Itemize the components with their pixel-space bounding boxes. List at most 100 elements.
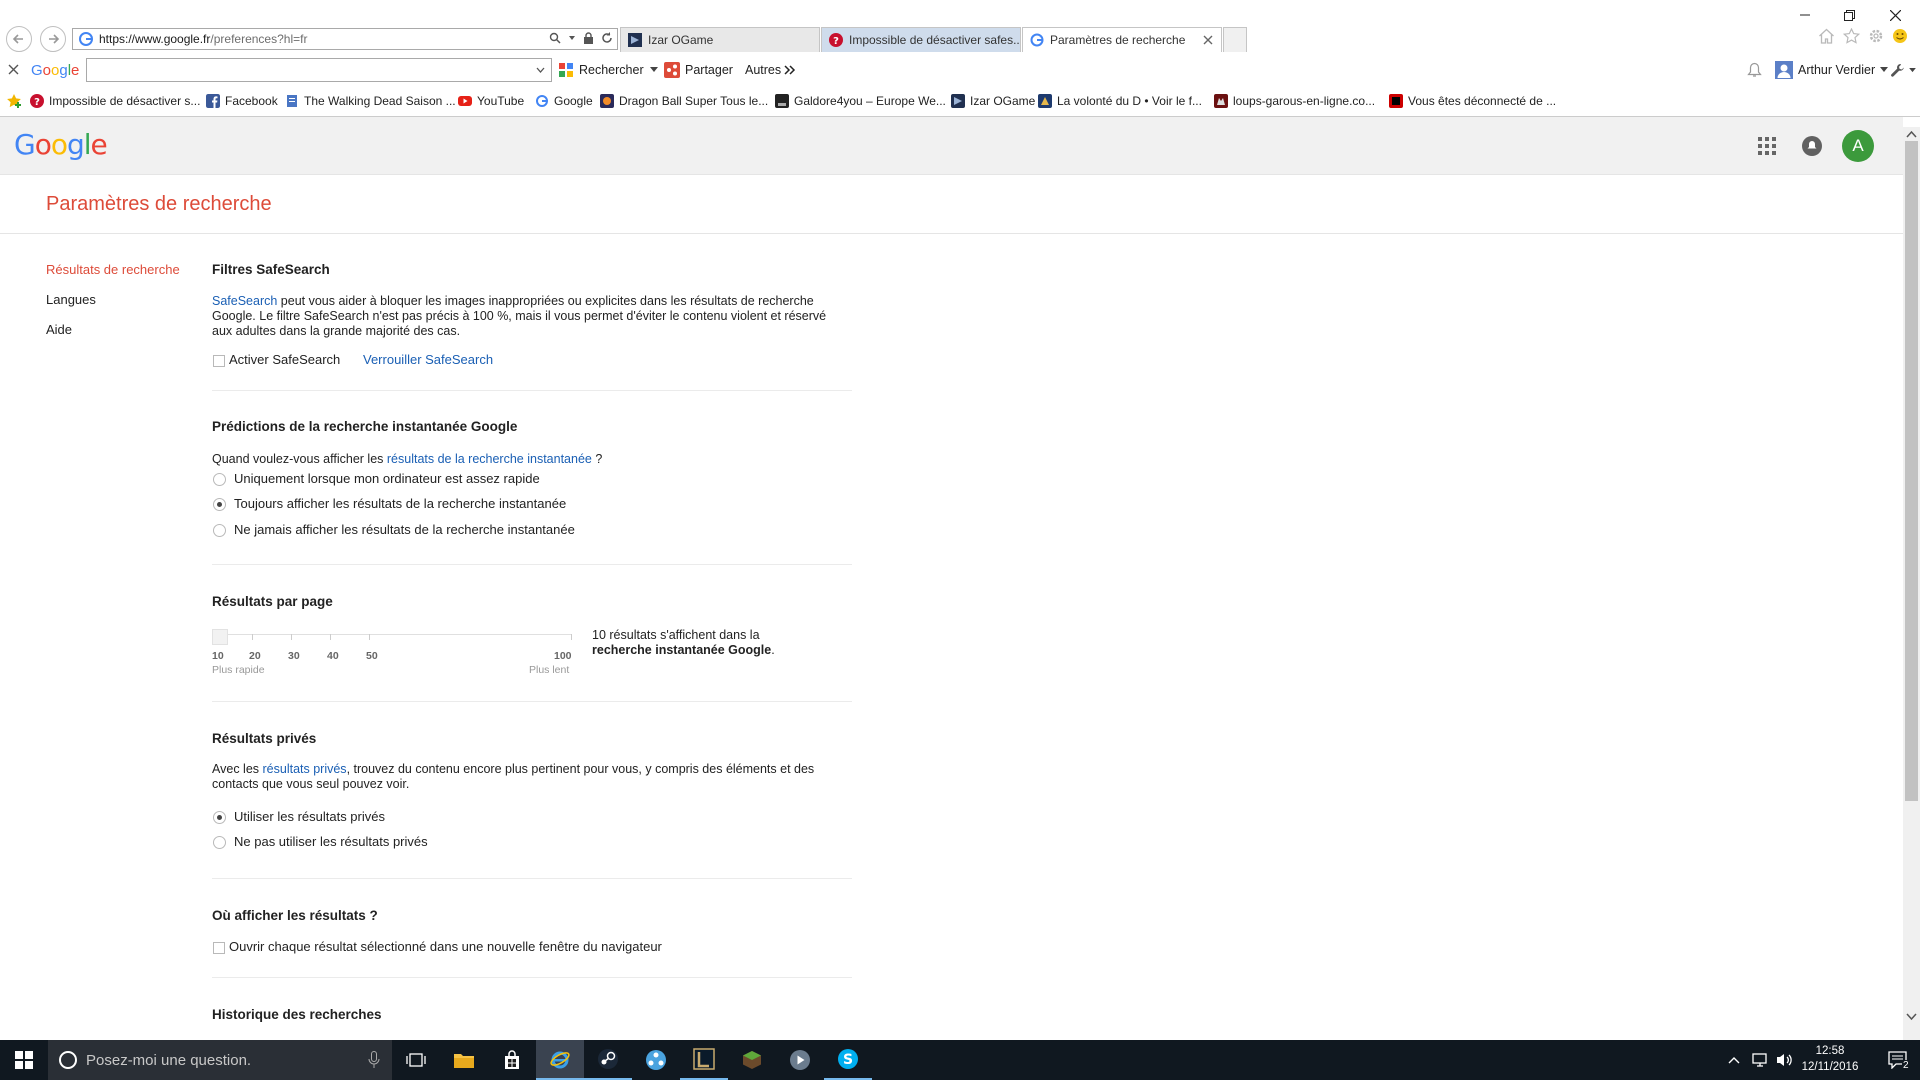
lock-icon[interactable]: [583, 32, 594, 44]
cortana-search-box[interactable]: Posez-moi une question.: [48, 1040, 392, 1080]
skype-button[interactable]: S: [824, 1040, 872, 1080]
file-explorer-button[interactable]: [440, 1040, 488, 1080]
action-center-button[interactable]: 2: [1876, 1040, 1920, 1080]
instant-radio-always[interactable]: [213, 498, 226, 511]
favorite-label: Facebook: [225, 94, 278, 108]
app-button[interactable]: [632, 1040, 680, 1080]
user-account-menu[interactable]: Arthur Verdier: [1775, 60, 1889, 80]
scroll-up-arrow-icon[interactable]: [1906, 130, 1917, 138]
minecraft-button[interactable]: [728, 1040, 776, 1080]
avatar[interactable]: A: [1842, 130, 1874, 162]
chevron-down-icon[interactable]: [536, 67, 545, 74]
favorite-label: Impossible de désactiver s...: [49, 94, 201, 108]
nav-languages[interactable]: Langues: [46, 292, 96, 307]
lock-safesearch-link[interactable]: Verrouiller SafeSearch: [363, 352, 493, 367]
tab-search-settings[interactable]: Paramètres de recherche: [1022, 27, 1222, 52]
system-clock[interactable]: 12:58 12/11/2016: [1790, 1043, 1870, 1075]
microphone-icon[interactable]: [368, 1051, 380, 1069]
new-window-checkbox[interactable]: [213, 942, 225, 954]
per-page-info-end: .: [771, 643, 775, 657]
tab-safesearch-help[interactable]: ? Impossible de désactiver safes...: [821, 27, 1021, 52]
settings-gear-icon[interactable]: [1868, 28, 1884, 44]
instant-option-label[interactable]: Ne jamais afficher les résultats de la r…: [234, 522, 575, 537]
favorite-item[interactable]: Izar OGame: [951, 92, 1035, 110]
slider-handle[interactable]: [212, 629, 228, 645]
minimize-button[interactable]: [1782, 4, 1828, 26]
bank-icon: [1389, 94, 1403, 108]
rechercher-button[interactable]: Rechercher: [558, 60, 658, 80]
private-radio-use[interactable]: [213, 811, 226, 824]
notifications-icon[interactable]: [1802, 136, 1822, 156]
smiley-feedback-icon[interactable]: [1892, 28, 1908, 44]
private-results-link[interactable]: résultats privés: [263, 762, 347, 776]
activate-safesearch-label[interactable]: Activer SafeSearch: [229, 352, 340, 367]
network-icon[interactable]: [1752, 1052, 1770, 1068]
network-app-icon: [646, 1050, 666, 1070]
internet-explorer-button[interactable]: [536, 1040, 584, 1080]
address-bar[interactable]: https://www.google.fr/preferences?hl=fr: [72, 28, 618, 50]
partager-button[interactable]: Partager: [664, 60, 733, 80]
show-hidden-icons-chevron-icon[interactable]: [1728, 1055, 1740, 1065]
tick-label: 40: [327, 650, 339, 662]
favorites-star-icon[interactable]: [1843, 28, 1860, 44]
favorite-item[interactable]: Dragon Ball Super Tous le...: [600, 92, 768, 110]
back-arrow-icon: [12, 34, 23, 44]
safesearch-title: Filtres SafeSearch: [212, 262, 330, 277]
autres-button[interactable]: Autres: [745, 60, 796, 80]
scroll-down-arrow-icon[interactable]: [1906, 1013, 1917, 1021]
favorite-item[interactable]: Galdore4you – Europe We...: [775, 92, 946, 110]
steam-button[interactable]: [584, 1040, 632, 1080]
vertical-scrollbar[interactable]: [1903, 127, 1920, 1040]
start-button[interactable]: [0, 1040, 48, 1080]
private-radio-dont-use[interactable]: [213, 836, 226, 849]
forward-button[interactable]: [40, 26, 66, 52]
safesearch-link[interactable]: SafeSearch: [212, 294, 277, 308]
favorite-label: La volonté du D • Voir le f...: [1057, 94, 1202, 108]
favorite-item[interactable]: ? Impossible de désactiver s...: [30, 92, 200, 110]
apps-grid-icon[interactable]: [1758, 137, 1776, 155]
activate-safesearch-checkbox[interactable]: [213, 355, 225, 367]
new-tab-button[interactable]: [1223, 27, 1247, 52]
notifications-bell-icon[interactable]: [1747, 62, 1762, 78]
results-per-page-slider[interactable]: 10 20 30 40 50 100 Plus rapide Plus lent: [212, 629, 572, 676]
restore-button[interactable]: [1826, 4, 1872, 26]
instant-results-link[interactable]: résultats de la recherche instantanée: [387, 452, 592, 466]
favorite-item[interactable]: YouTube: [458, 92, 524, 110]
toolbar-options-button[interactable]: [1890, 60, 1916, 80]
media-player-button[interactable]: [776, 1040, 824, 1080]
private-option-label[interactable]: Ne pas utiliser les résultats privés: [234, 834, 428, 849]
instant-option-label[interactable]: Toujours afficher les résultats de la re…: [234, 496, 566, 511]
instant-option-label[interactable]: Uniquement lorsque mon ordinateur est as…: [234, 471, 540, 486]
favorite-item[interactable]: Vous êtes déconnecté de ...: [1389, 92, 1556, 110]
instant-radio-never[interactable]: [213, 524, 226, 537]
task-view-button[interactable]: [392, 1040, 440, 1080]
favorite-item[interactable]: La volonté du D • Voir le f...: [1038, 92, 1202, 110]
tab-izar-ogame[interactable]: Izar OGame: [620, 27, 820, 52]
search-icon[interactable]: [549, 32, 561, 44]
close-tab-icon[interactable]: [1203, 35, 1213, 45]
favorite-item[interactable]: The Walking Dead Saison ...: [285, 92, 456, 110]
question-circle-icon: ?: [829, 33, 843, 47]
new-window-label[interactable]: Ouvrir chaque résultat sélectionné dans …: [229, 939, 662, 954]
nav-help[interactable]: Aide: [46, 322, 72, 337]
favorite-item[interactable]: Facebook: [206, 92, 278, 110]
close-window-button[interactable]: [1872, 4, 1918, 26]
home-icon[interactable]: [1818, 28, 1835, 44]
google-logo[interactable]: Google: [14, 128, 108, 161]
per-page-title: Résultats par page: [212, 594, 333, 609]
instant-radio-fast-only[interactable]: [213, 473, 226, 486]
store-button[interactable]: [488, 1040, 536, 1080]
scrollbar-thumb[interactable]: [1905, 141, 1918, 801]
refresh-icon[interactable]: [601, 32, 613, 44]
close-toolbar-icon[interactable]: [8, 64, 19, 75]
favorite-item[interactable]: loups-garous-en-ligne.co...: [1214, 92, 1375, 110]
google-toolbar-search-input[interactable]: [86, 58, 552, 82]
league-of-legends-button[interactable]: [680, 1040, 728, 1080]
private-option-label[interactable]: Utiliser les résultats privés: [234, 809, 385, 824]
back-button[interactable]: [6, 26, 32, 52]
dropdown-arrow-icon[interactable]: [568, 34, 576, 42]
favorite-item[interactable]: Google: [535, 92, 593, 110]
private-title: Résultats privés: [212, 731, 317, 746]
nav-search-results[interactable]: Résultats de recherche: [46, 262, 180, 277]
add-favorite-star-icon[interactable]: [6, 93, 23, 109]
